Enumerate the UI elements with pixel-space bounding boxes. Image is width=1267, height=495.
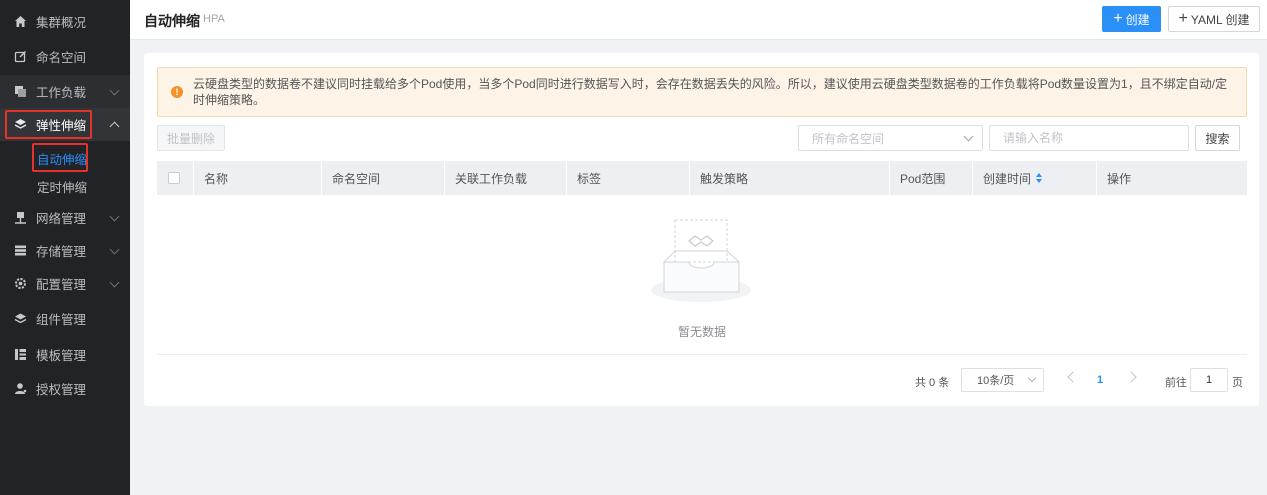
nav-label: 网络管理 xyxy=(36,212,87,226)
page-number-current[interactable]: 1 xyxy=(1097,374,1103,386)
chevron-down-icon xyxy=(109,244,120,255)
warning-alert: ! 云硬盘类型的数据卷不建议同时挂载给多个Pod使用，当多个Pod同时进行数据写… xyxy=(157,67,1247,117)
column-header-actions: 操作 xyxy=(1107,171,1132,186)
column-header-namespace: 命名空间 xyxy=(322,161,445,195)
chevron-down-icon xyxy=(109,211,120,222)
search-button[interactable]: 搜索 xyxy=(1195,125,1240,151)
storage-icon xyxy=(13,244,27,258)
table-divider xyxy=(157,354,1247,355)
prev-page-icon[interactable] xyxy=(1067,371,1079,383)
chevron-down-icon xyxy=(109,85,120,96)
column-header-created-time[interactable]: 创建时间 xyxy=(973,161,1097,195)
nav-label: 授权管理 xyxy=(36,383,87,397)
batch-delete-button[interactable]: 批量删除 xyxy=(157,125,225,151)
nav-item-namespace[interactable]: 命名空间 xyxy=(0,40,130,73)
create-button-label: 创建 xyxy=(1125,12,1150,27)
chevron-down-icon xyxy=(1027,373,1037,383)
highlight-box-autoscaling xyxy=(5,110,92,139)
table-header: 名称 命名空间 关联工作负载 标签 触发策略 Pod范围 创建时间 操作 xyxy=(157,161,1247,195)
copy-icon xyxy=(13,85,27,99)
empty-text: 暂无数据 xyxy=(677,325,726,339)
nav-item-templates[interactable]: 模板管理 xyxy=(0,338,130,371)
sidebar: 集群概况 命名空间 工作负载 弹性伸缩 自动伸缩 定时伸缩 网络管理 存储管理 … xyxy=(0,0,130,495)
network-icon xyxy=(13,211,27,225)
sub-item-cron-hpa[interactable]: 定时伸缩 xyxy=(37,177,87,196)
chevron-down-icon xyxy=(963,131,974,142)
plus-icon: + xyxy=(1113,10,1123,27)
yaml-create-button-label: YAML 创建 xyxy=(1190,12,1250,27)
nav-label: 配置管理 xyxy=(36,278,87,292)
nav-item-storage[interactable]: 存储管理 xyxy=(0,234,130,267)
nav-label: 模板管理 xyxy=(36,349,87,363)
select-all-checkbox[interactable] xyxy=(168,172,180,184)
nav-label: 集群概况 xyxy=(36,16,87,30)
name-search-input[interactable] xyxy=(989,125,1189,151)
yaml-create-button[interactable]: + YAML 创建 xyxy=(1168,6,1260,32)
column-header-pod-range: Pod范围 xyxy=(890,161,973,195)
pagination-total: 共 0 条 xyxy=(915,377,950,389)
warning-icon: ! xyxy=(171,86,183,98)
main-card: ! 云硬盘类型的数据卷不建议同时挂载给多个Pod使用，当多个Pod同时进行数据写… xyxy=(144,53,1259,406)
nav-label: 组件管理 xyxy=(36,313,87,327)
page-header: 自动伸缩 HPA + 创建 + YAML 创建 xyxy=(130,0,1267,40)
highlight-box-hpa xyxy=(32,143,88,172)
nav-label: 工作负载 xyxy=(36,86,87,100)
goto-page-input[interactable] xyxy=(1190,368,1228,392)
column-header-trigger-policy: 触发策略 xyxy=(690,161,890,195)
nav-item-components[interactable]: 组件管理 xyxy=(0,302,130,335)
home-icon xyxy=(13,15,27,29)
column-header-labels: 标签 xyxy=(567,161,690,195)
plus-icon: + xyxy=(1178,10,1188,27)
chevron-up-icon xyxy=(109,121,120,132)
page-title: 自动伸缩 xyxy=(144,13,200,29)
nav-item-workload[interactable]: 工作负载 xyxy=(0,75,130,108)
namespace-select[interactable]: 所有命名空间 xyxy=(798,125,983,151)
page-size-value: 10条/页 xyxy=(977,375,1015,387)
header-checkbox-cell xyxy=(157,161,194,195)
sort-icon[interactable] xyxy=(1036,173,1043,183)
page-subtitle: HPA xyxy=(203,13,225,25)
chevron-down-icon xyxy=(109,277,120,288)
namespace-select-placeholder: 所有命名空间 xyxy=(812,131,885,146)
nav-item-config[interactable]: 配置管理 xyxy=(0,267,130,300)
warning-text: 云硬盘类型的数据卷不建议同时挂载给多个Pod使用，当多个Pod同时进行数据写入时… xyxy=(193,77,1228,107)
column-header-workload: 关联工作负载 xyxy=(445,161,567,195)
nav-label: 存储管理 xyxy=(36,245,87,259)
column-header-name: 名称 xyxy=(194,161,322,195)
edit-icon xyxy=(13,50,27,64)
user-icon xyxy=(13,382,27,396)
page-size-select[interactable]: 10条/页 xyxy=(961,368,1044,392)
nav-item-network[interactable]: 网络管理 xyxy=(0,201,130,234)
nav-label: 命名空间 xyxy=(36,51,87,65)
nav-item-cluster-overview[interactable]: 集群概况 xyxy=(0,5,130,38)
gear-icon xyxy=(13,277,27,291)
goto-suffix: 页 xyxy=(1232,377,1243,389)
nav-item-authorization[interactable]: 授权管理 xyxy=(0,372,130,405)
layers-icon xyxy=(13,312,27,326)
template-icon xyxy=(13,348,27,362)
next-page-icon[interactable] xyxy=(1125,371,1137,383)
goto-label: 前往 xyxy=(1165,377,1187,389)
empty-box-illustration xyxy=(644,218,759,308)
create-button[interactable]: + 创建 xyxy=(1102,6,1161,32)
